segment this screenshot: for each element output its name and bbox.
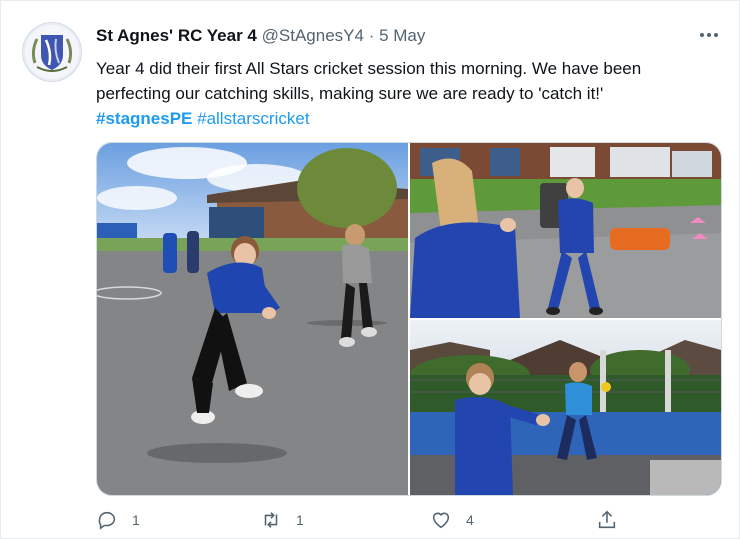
school-crest-icon bbox=[25, 25, 79, 79]
like-count: 4 bbox=[466, 512, 474, 528]
more-options-button[interactable] bbox=[698, 26, 720, 47]
retweet-icon bbox=[264, 512, 278, 528]
author-handle[interactable]: @StAgnesY4 bbox=[262, 26, 364, 45]
reply-icon bbox=[98, 511, 116, 530]
reply-button[interactable]: 1 bbox=[96, 509, 140, 531]
retweet-count: 1 bbox=[296, 512, 304, 528]
photo-playground-catch[interactable] bbox=[97, 143, 408, 495]
retweet-button[interactable]: 1 bbox=[260, 509, 304, 531]
like-button[interactable]: 4 bbox=[430, 509, 474, 531]
photo-image bbox=[97, 143, 408, 495]
more-dots-icon bbox=[700, 33, 718, 37]
tweet-header: St Agnes' RC Year 4 @StAgnesY4 · 5 May bbox=[96, 26, 425, 46]
tweet-actions: 1 1 4 bbox=[0, 505, 740, 535]
avatar[interactable] bbox=[22, 22, 82, 82]
photo-image bbox=[410, 320, 721, 495]
tweet-text-line-2: perfecting our catching skills, making s… bbox=[96, 84, 604, 103]
media-grid bbox=[96, 142, 722, 496]
separator-dot: · bbox=[368, 26, 375, 45]
hashtag-stagnespe[interactable]: #stagnesPE bbox=[96, 109, 192, 128]
photo-image bbox=[410, 143, 721, 318]
photo-catching-practice[interactable] bbox=[410, 143, 721, 318]
reply-count: 1 bbox=[132, 512, 140, 528]
share-button[interactable] bbox=[596, 509, 618, 531]
tweet-date[interactable]: 5 May bbox=[379, 26, 425, 45]
hashtag-line: #stagnesPE #allstarscricket bbox=[96, 106, 716, 131]
share-icon bbox=[598, 510, 616, 529]
tweet-text: Year 4 did their first All Stars cricket… bbox=[96, 56, 716, 131]
photo-sports-court[interactable] bbox=[410, 320, 721, 495]
tweet-text-line-1: Year 4 did their first All Stars cricket… bbox=[96, 59, 642, 78]
hashtag-allstarscricket[interactable]: #allstarscricket bbox=[197, 109, 309, 128]
heart-icon bbox=[432, 512, 450, 529]
author-name[interactable]: St Agnes' RC Year 4 bbox=[96, 26, 257, 45]
